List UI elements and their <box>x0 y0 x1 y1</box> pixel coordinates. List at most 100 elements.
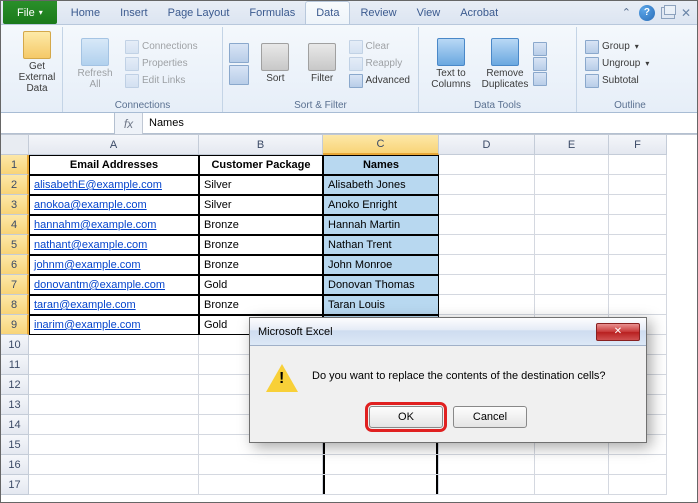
consolidate-icon[interactable] <box>533 57 547 71</box>
cell[interactable]: Bronze <box>199 295 323 315</box>
whatif-icon[interactable] <box>533 72 547 86</box>
cell[interactable] <box>609 235 667 255</box>
cell[interactable] <box>535 235 609 255</box>
row-header[interactable]: 10 <box>1 335 29 355</box>
cell[interactable] <box>609 455 667 475</box>
cell[interactable] <box>29 395 199 415</box>
refresh-all-button[interactable]: Refresh All <box>69 29 121 98</box>
cell[interactable]: Bronze <box>199 255 323 275</box>
advanced-button[interactable]: Advanced <box>347 73 412 89</box>
cell[interactable]: hannahm@example.com <box>29 215 199 235</box>
cell[interactable] <box>29 375 199 395</box>
cell[interactable]: Hannah Martin <box>323 215 439 235</box>
row-header[interactable]: 14 <box>1 415 29 435</box>
properties-button[interactable]: Properties <box>123 56 200 72</box>
cell[interactable] <box>535 215 609 235</box>
tab-view[interactable]: View <box>407 1 451 24</box>
cell[interactable]: Gold <box>199 275 323 295</box>
cell[interactable] <box>439 255 535 275</box>
row-header[interactable]: 15 <box>1 435 29 455</box>
cell[interactable] <box>535 175 609 195</box>
tab-acrobat[interactable]: Acrobat <box>450 1 508 24</box>
cell[interactable] <box>609 215 667 235</box>
cell[interactable] <box>439 155 535 175</box>
cell[interactable]: Email Addresses <box>29 155 199 175</box>
group-button[interactable]: Group▾ <box>583 39 677 55</box>
cell[interactable] <box>535 155 609 175</box>
remove-duplicates-button[interactable]: Remove Duplicates <box>479 29 531 98</box>
column-header-d[interactable]: D <box>439 135 535 155</box>
row-header[interactable]: 9 <box>1 315 29 335</box>
column-header-a[interactable]: A <box>29 135 199 155</box>
tab-page-layout[interactable]: Page Layout <box>158 1 240 24</box>
dialog-close-button[interactable]: ✕ <box>596 323 640 341</box>
cell[interactable]: johnm@example.com <box>29 255 199 275</box>
cell[interactable]: nathant@example.com <box>29 235 199 255</box>
name-box[interactable] <box>1 113 115 134</box>
cell[interactable] <box>439 175 535 195</box>
row-header[interactable]: 16 <box>1 455 29 475</box>
text-to-columns-button[interactable]: Text to Columns <box>425 29 477 98</box>
cell[interactable]: Names <box>323 155 439 175</box>
cell[interactable] <box>29 415 199 435</box>
cell[interactable]: alisabethE@example.com <box>29 175 199 195</box>
cell[interactable] <box>535 195 609 215</box>
column-header-c[interactable]: C <box>323 135 439 155</box>
cell[interactable] <box>535 475 609 495</box>
row-header[interactable]: 8 <box>1 295 29 315</box>
cell[interactable] <box>29 475 199 495</box>
cell[interactable] <box>323 475 439 495</box>
cell[interactable] <box>609 475 667 495</box>
tab-home[interactable]: Home <box>61 1 110 24</box>
column-header-b[interactable]: B <box>199 135 323 155</box>
sort-az-icon[interactable] <box>229 43 249 63</box>
cell[interactable]: Nathan Trent <box>323 235 439 255</box>
cell[interactable] <box>199 455 323 475</box>
filter-button[interactable]: Filter <box>300 29 345 98</box>
tab-formulas[interactable]: Formulas <box>239 1 305 24</box>
ribbon-minimize-icon[interactable]: ⌃ <box>620 2 633 23</box>
tab-review[interactable]: Review <box>350 1 406 24</box>
cell[interactable]: inarim@example.com <box>29 315 199 335</box>
cell[interactable] <box>439 475 535 495</box>
cell[interactable] <box>323 455 439 475</box>
dialog-titlebar[interactable]: Microsoft Excel ✕ <box>250 318 646 346</box>
formula-input[interactable]: Names <box>143 113 697 134</box>
row-header[interactable]: 17 <box>1 475 29 495</box>
row-header[interactable]: 6 <box>1 255 29 275</box>
row-header[interactable]: 11 <box>1 355 29 375</box>
row-header[interactable]: 4 <box>1 215 29 235</box>
cell[interactable] <box>439 455 535 475</box>
edit-links-button[interactable]: Edit Links <box>123 73 200 89</box>
cell[interactable] <box>29 355 199 375</box>
ungroup-button[interactable]: Ungroup▾ <box>583 56 677 72</box>
cell[interactable] <box>439 195 535 215</box>
cell[interactable]: Bronze <box>199 215 323 235</box>
data-validation-icon[interactable] <box>533 42 547 56</box>
cell[interactable] <box>609 195 667 215</box>
cell[interactable] <box>439 215 535 235</box>
cell[interactable]: Alisabeth Jones <box>323 175 439 195</box>
cell[interactable]: Anoko Enright <box>323 195 439 215</box>
row-header[interactable]: 3 <box>1 195 29 215</box>
cell[interactable] <box>609 255 667 275</box>
fx-icon[interactable]: fx <box>115 113 143 134</box>
row-header[interactable]: 2 <box>1 175 29 195</box>
connections-button[interactable]: Connections <box>123 39 200 55</box>
cell[interactable] <box>29 455 199 475</box>
cell[interactable]: John Monroe <box>323 255 439 275</box>
file-tab[interactable]: File▾ <box>3 1 57 24</box>
cell[interactable]: Silver <box>199 175 323 195</box>
help-icon[interactable]: ? <box>639 5 655 21</box>
cell[interactable]: Taran Louis <box>323 295 439 315</box>
cell[interactable] <box>609 275 667 295</box>
row-header[interactable]: 7 <box>1 275 29 295</box>
cell[interactable] <box>535 455 609 475</box>
tab-data[interactable]: Data <box>305 1 350 24</box>
cell[interactable] <box>609 295 667 315</box>
select-all-corner[interactable] <box>1 135 29 155</box>
cancel-button[interactable]: Cancel <box>453 406 527 428</box>
cell[interactable]: Silver <box>199 195 323 215</box>
cell[interactable]: taran@example.com <box>29 295 199 315</box>
sort-za-icon[interactable] <box>229 65 249 85</box>
